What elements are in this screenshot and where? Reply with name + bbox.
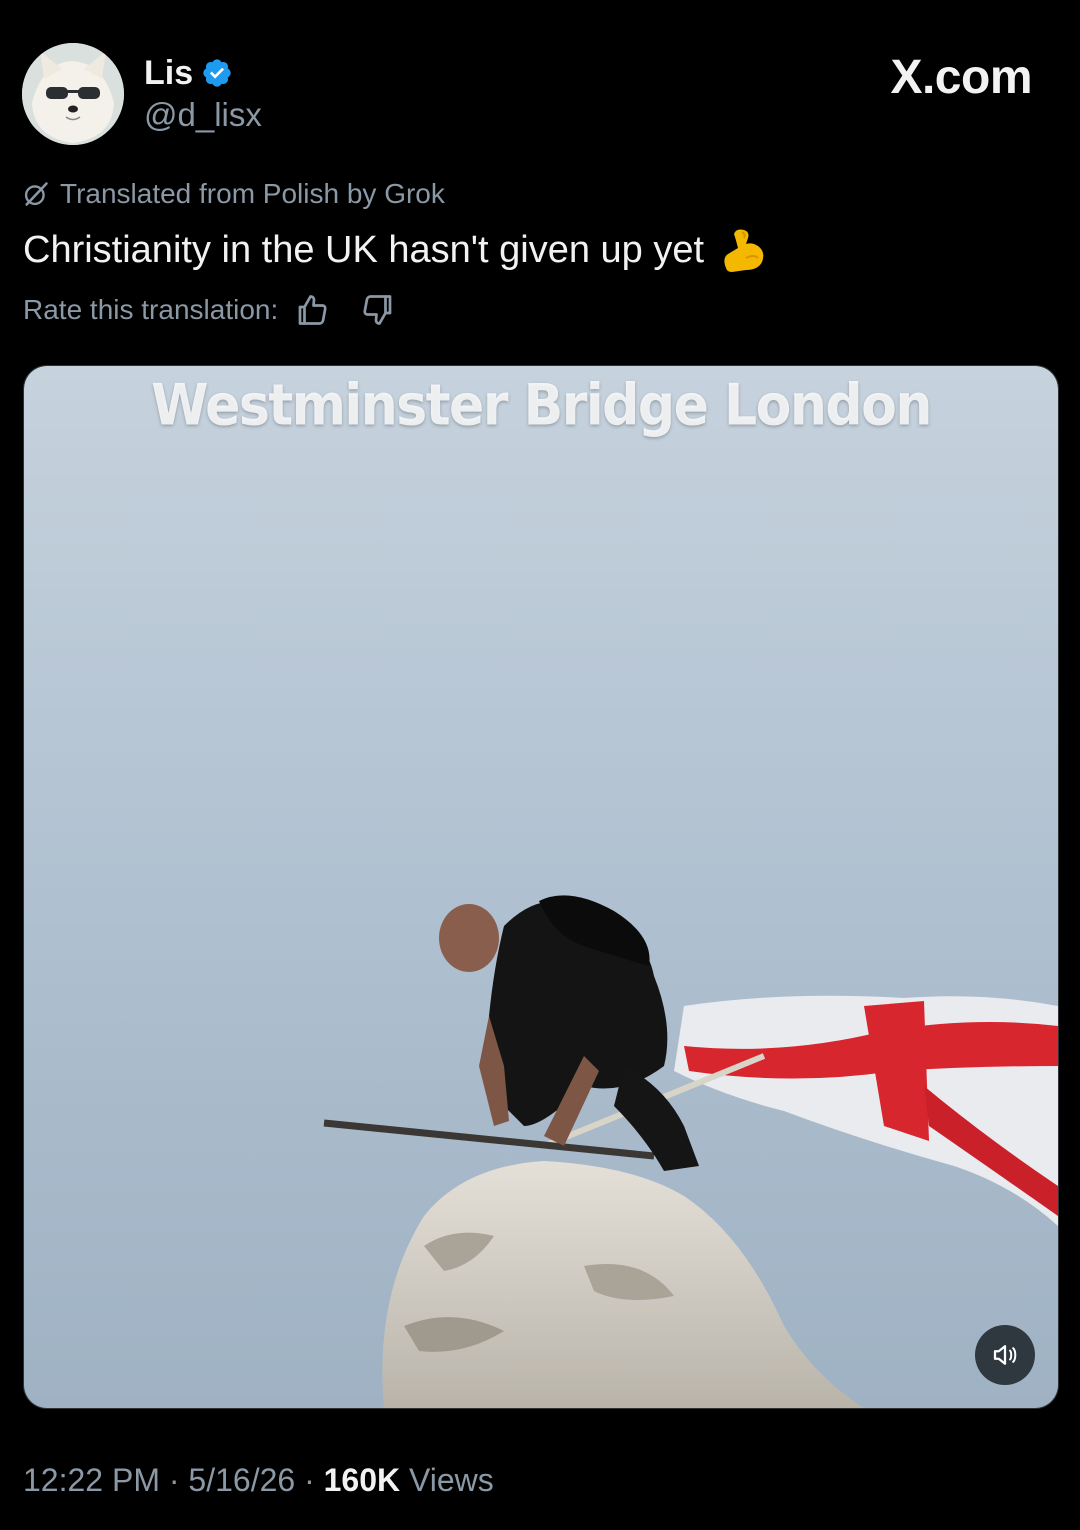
video-caption: Westminster Bridge London [151,373,932,439]
post-text-content: Christianity in the UK hasn't given up y… [23,228,705,271]
video-player[interactable]: Westminster Bridge London [23,365,1059,1409]
brand-label: X.com [890,51,1032,104]
rate-translation-label: Rate this translation: [23,294,279,325]
verified-badge-icon [203,59,231,87]
flexed-biceps-emoji-icon [724,229,764,272]
avatar[interactable] [22,43,124,145]
brand-watermark: X.com [890,50,1032,105]
post-meta: 12:22 PM · 5/16/26 · 160K Views [23,1462,494,1499]
fox-avatar-icon [22,43,124,145]
thumbs-down-icon[interactable] [360,292,396,328]
views-label: Views [409,1462,494,1498]
volume-icon [993,1345,1017,1365]
post-text: Christianity in the UK hasn't given up y… [23,224,768,276]
post-date[interactable]: 5/16/26 [188,1462,295,1498]
rate-translation: Rate this translation: [23,290,396,330]
thumbs-up-icon[interactable] [294,292,330,328]
translation-notice: Translated from Polish by Grok [22,174,445,214]
video-frame [24,366,1058,1408]
meta-separator: · [168,1462,180,1498]
post-time[interactable]: 12:22 PM [23,1462,160,1498]
views-count: 160K [323,1462,401,1498]
author-name-row[interactable]: Lis [144,52,233,94]
volume-button[interactable] [975,1325,1035,1385]
author-name[interactable]: Lis [144,54,193,93]
grok-icon [24,182,48,206]
translation-notice-text: Translated from Polish by Grok [60,178,445,209]
post-header: Lis @d_lisx X.com [0,0,1080,160]
author-handle[interactable]: @d_lisx [144,96,262,134]
meta-separator: · [304,1462,315,1498]
